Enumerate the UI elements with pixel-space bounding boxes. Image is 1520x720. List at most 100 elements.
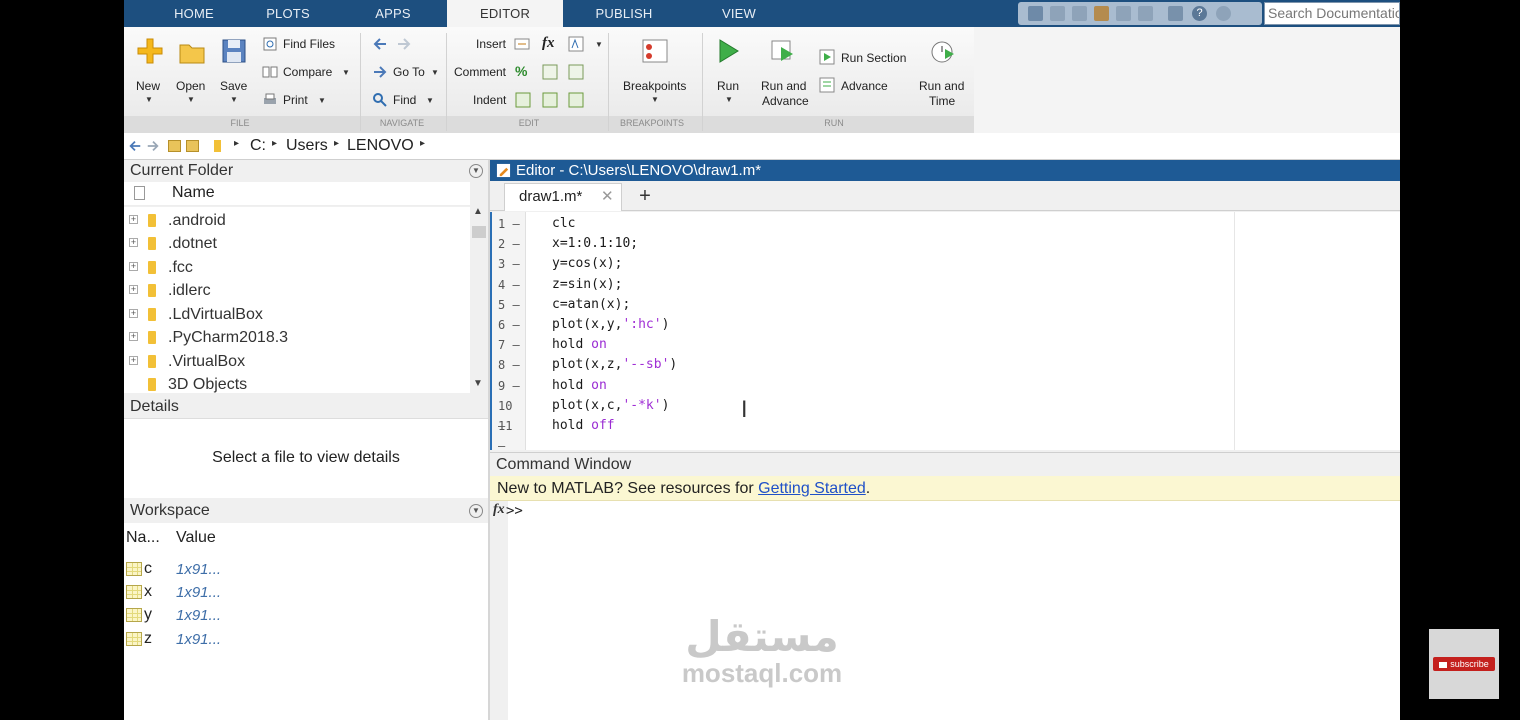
code-editor[interactable]: 1 – 2 – 3 – 4 – 5 – 6 – 7 – 8 – 9 – 10 –11 – clc x… [490, 212, 1400, 453]
panel-actions-icon[interactable]: ▼ [469, 504, 483, 518]
print-icon[interactable] [262, 92, 278, 108]
compare-button[interactable]: Compare [283, 65, 332, 79]
path-chevron-icon[interactable]: ▸ [420, 138, 425, 149]
run-section-button[interactable]: Run Section [841, 51, 906, 65]
scrollbar-thumb[interactable] [472, 226, 486, 238]
folder-row[interactable]: + .dotnet [124, 232, 470, 255]
path-segment-lenovo[interactable]: LENOVO [347, 137, 414, 155]
folder-row[interactable]: + .fcc [124, 256, 470, 279]
redo-icon[interactable] [1138, 6, 1153, 21]
new-label[interactable]: New [136, 79, 160, 93]
expand-icon[interactable]: + [129, 262, 138, 271]
run-and-time-label-line1[interactable]: Run and [919, 79, 964, 93]
go-to-button[interactable]: Go To [393, 65, 425, 79]
command-window[interactable]: fx >> [490, 501, 1400, 720]
paste-icon[interactable] [1094, 6, 1109, 21]
workspace-variable-row[interactable]: z 1x91... [124, 628, 488, 651]
run-and-advance-label-line2[interactable]: Advance [762, 94, 809, 108]
open-label[interactable]: Open [176, 79, 205, 93]
subscribe-button[interactable]: subscribe [1433, 657, 1495, 671]
new-dropdown-icon[interactable]: ▼ [145, 95, 153, 104]
run-and-advance-label-line1[interactable]: Run and [761, 79, 806, 93]
settings-icon[interactable] [1216, 6, 1231, 21]
back-arrow-icon[interactable] [372, 36, 388, 52]
compare-icon[interactable] [262, 64, 278, 80]
go-to-icon[interactable] [372, 64, 388, 80]
scroll-down-icon[interactable]: ▼ [473, 378, 483, 389]
expand-icon[interactable]: + [129, 215, 138, 224]
run-and-time-label-line2[interactable]: Time [929, 94, 955, 108]
code-line[interactable]: plot(x,y,':hc') [552, 315, 669, 335]
back-arrow-icon[interactable] [128, 139, 142, 153]
insert-function-button[interactable]: fx [542, 35, 555, 52]
function-browser-icon[interactable]: fx [493, 502, 505, 518]
cut-icon[interactable] [1050, 6, 1065, 21]
save-icon[interactable] [1028, 6, 1043, 21]
breakpoints-dropdown-icon[interactable]: ▼ [651, 95, 659, 104]
workspace-variable-row[interactable]: c 1x91... [124, 558, 488, 581]
run-and-advance-icon[interactable] [769, 37, 797, 65]
code-line[interactable]: c=atan(x); [552, 295, 630, 315]
run-label[interactable]: Run [717, 79, 739, 93]
insert-button[interactable]: Insert [476, 37, 506, 51]
comment-percent-icon[interactable]: % [515, 63, 527, 79]
tab-editor[interactable]: EDITOR [447, 0, 563, 28]
expand-icon[interactable]: + [129, 309, 138, 318]
code-line[interactable]: hold off [552, 416, 615, 436]
scroll-up-icon[interactable]: ▲ [473, 206, 483, 217]
run-and-time-icon[interactable] [929, 37, 957, 65]
code-line[interactable]: hold on [552, 335, 607, 355]
find-icon[interactable] [372, 92, 388, 108]
new-icon[interactable] [136, 37, 164, 65]
breakpoints-label[interactable]: Breakpoints [623, 79, 686, 93]
run-icon[interactable] [714, 37, 742, 65]
help-icon[interactable]: ? [1192, 6, 1207, 21]
find-button[interactable]: Find [393, 93, 416, 107]
tab-plots[interactable]: PLOTS [244, 0, 332, 27]
forward-arrow-icon[interactable] [396, 36, 412, 52]
folder-row[interactable]: + .VirtualBox [124, 350, 470, 373]
indent-button[interactable]: Indent [473, 93, 506, 107]
insert-dropdown-icon[interactable]: ▼ [595, 40, 603, 49]
editor-file-tab[interactable]: draw1.m* ✕ [504, 183, 622, 211]
code-line[interactable]: z=sin(x); [552, 275, 622, 295]
code-line[interactable]: plot(x,c,'-*k') [552, 396, 669, 416]
expand-icon[interactable]: + [129, 356, 138, 365]
print-button[interactable]: Print [283, 93, 308, 107]
code-line[interactable]: clc [552, 214, 575, 234]
search-documentation-input[interactable]: Search Documentation [1264, 2, 1400, 25]
increase-indent-icon[interactable] [542, 92, 558, 108]
wrap-comments-icon[interactable] [542, 64, 558, 80]
run-dropdown-icon[interactable]: ▼ [725, 95, 733, 104]
workspace-variable-row[interactable]: y 1x91... [124, 604, 488, 627]
copy-icon[interactable] [1072, 6, 1087, 21]
open-dropdown-icon[interactable]: ▼ [187, 95, 195, 104]
code-line[interactable]: x=1:0.1:10; [552, 234, 638, 254]
name-column-header[interactable]: Name [172, 184, 215, 202]
workspace-name-column-header[interactable]: Na... [126, 529, 160, 547]
current-folder-scrollbar[interactable]: ▲ ▼ [470, 206, 488, 394]
getting-started-link[interactable]: Getting Started [758, 480, 866, 497]
open-folder-icon[interactable] [178, 39, 206, 67]
folder-row[interactable]: + .idlerc [124, 279, 470, 302]
tab-view[interactable]: VIEW [699, 0, 779, 27]
folder-row[interactable]: + .LdVirtualBox [124, 303, 470, 326]
tab-apps[interactable]: APPS [352, 0, 434, 27]
save-label[interactable]: Save [220, 79, 247, 93]
print-dropdown-icon[interactable]: ▼ [318, 96, 326, 105]
decrease-indent-icon[interactable] [568, 92, 584, 108]
undo-icon[interactable] [1116, 6, 1131, 21]
folder-row[interactable]: + .PyCharm2018.3 [124, 326, 470, 349]
expand-icon[interactable]: + [129, 238, 138, 247]
advance-icon[interactable] [819, 77, 835, 93]
tab-publish[interactable]: PUBLISH [572, 0, 676, 27]
advance-button[interactable]: Advance [841, 79, 888, 93]
workspace-value-column-header[interactable]: Value [176, 529, 216, 547]
smart-indent-icon[interactable] [515, 92, 531, 108]
save-icon[interactable] [220, 37, 248, 65]
breakpoints-icon[interactable] [641, 37, 669, 65]
code-line[interactable]: hold on [552, 376, 607, 396]
code-line[interactable]: plot(x,z,'--sb') [552, 355, 677, 375]
browse-folder-icon[interactable] [186, 140, 199, 152]
find-files-icon[interactable] [262, 36, 278, 52]
